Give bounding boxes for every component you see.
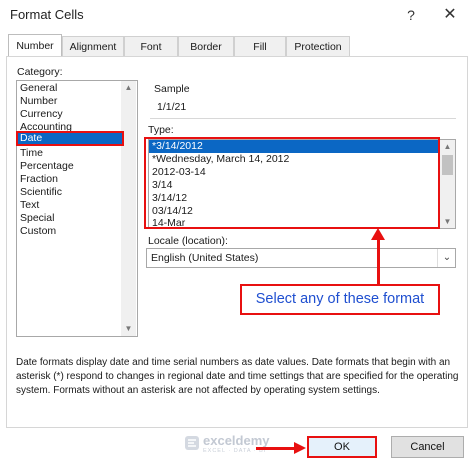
close-icon[interactable]: ✕: [436, 3, 464, 27]
scroll-down-icon[interactable]: ▼: [121, 322, 136, 336]
category-label: Category:: [17, 66, 63, 78]
category-item-special[interactable]: Special: [20, 212, 54, 225]
category-item-time[interactable]: Time: [20, 147, 43, 160]
category-item-scientific[interactable]: Scientific: [20, 186, 62, 199]
sample-value: 1/1/21: [157, 101, 187, 113]
category-item-custom[interactable]: Custom: [20, 225, 56, 238]
ok-arrow-shaft: [256, 447, 296, 450]
category-item-text[interactable]: Text: [20, 199, 39, 212]
cancel-button[interactable]: Cancel: [391, 436, 464, 458]
tab-number[interactable]: Number: [8, 34, 62, 57]
annotation-callout: Select any of these format: [240, 284, 440, 315]
sample-label: Sample: [154, 83, 190, 95]
type-label: Type:: [148, 124, 174, 136]
category-item-percentage[interactable]: Percentage: [20, 160, 74, 173]
scroll-down-icon[interactable]: ▼: [440, 215, 455, 228]
locale-value: English (United States): [151, 252, 259, 264]
type-scroll-thumb[interactable]: [442, 155, 453, 175]
scroll-up-icon[interactable]: ▲: [121, 81, 136, 95]
category-item-date-label: Date: [20, 132, 43, 144]
chevron-down-icon[interactable]: ⌄: [437, 249, 456, 267]
locale-label: Locale (location):: [148, 235, 228, 247]
scroll-up-icon[interactable]: ▲: [440, 140, 455, 154]
category-item-currency[interactable]: Currency: [20, 108, 63, 121]
type-annotation-box: [144, 137, 440, 229]
ok-button[interactable]: OK: [307, 436, 377, 458]
category-item-date[interactable]: Date: [16, 131, 124, 146]
arrow-right-icon: [294, 442, 306, 454]
tab-border[interactable]: Border: [178, 36, 234, 56]
category-list[interactable]: General Number Currency Accounting Time …: [16, 80, 138, 337]
category-item-number[interactable]: Number: [20, 95, 57, 108]
help-button[interactable]: ?: [398, 3, 424, 27]
category-item-general[interactable]: General: [20, 82, 57, 95]
category-item-fraction[interactable]: Fraction: [20, 173, 58, 186]
tab-protection[interactable]: Protection: [286, 36, 350, 56]
format-description: Date formats display date and time seria…: [16, 357, 459, 396]
annotation-arrow-shaft: [377, 239, 380, 285]
tab-font[interactable]: Font: [124, 36, 178, 56]
tab-alignment[interactable]: Alignment: [62, 36, 124, 56]
category-scrollbar[interactable]: [121, 81, 136, 336]
dialog-title: Format Cells: [10, 7, 84, 22]
exceldemy-logo-icon: [185, 436, 199, 450]
watermark-text: exceldemy: [203, 433, 270, 448]
arrow-up-icon: [371, 228, 385, 240]
sample-divider: [150, 118, 456, 119]
tab-fill[interactable]: Fill: [234, 36, 286, 56]
